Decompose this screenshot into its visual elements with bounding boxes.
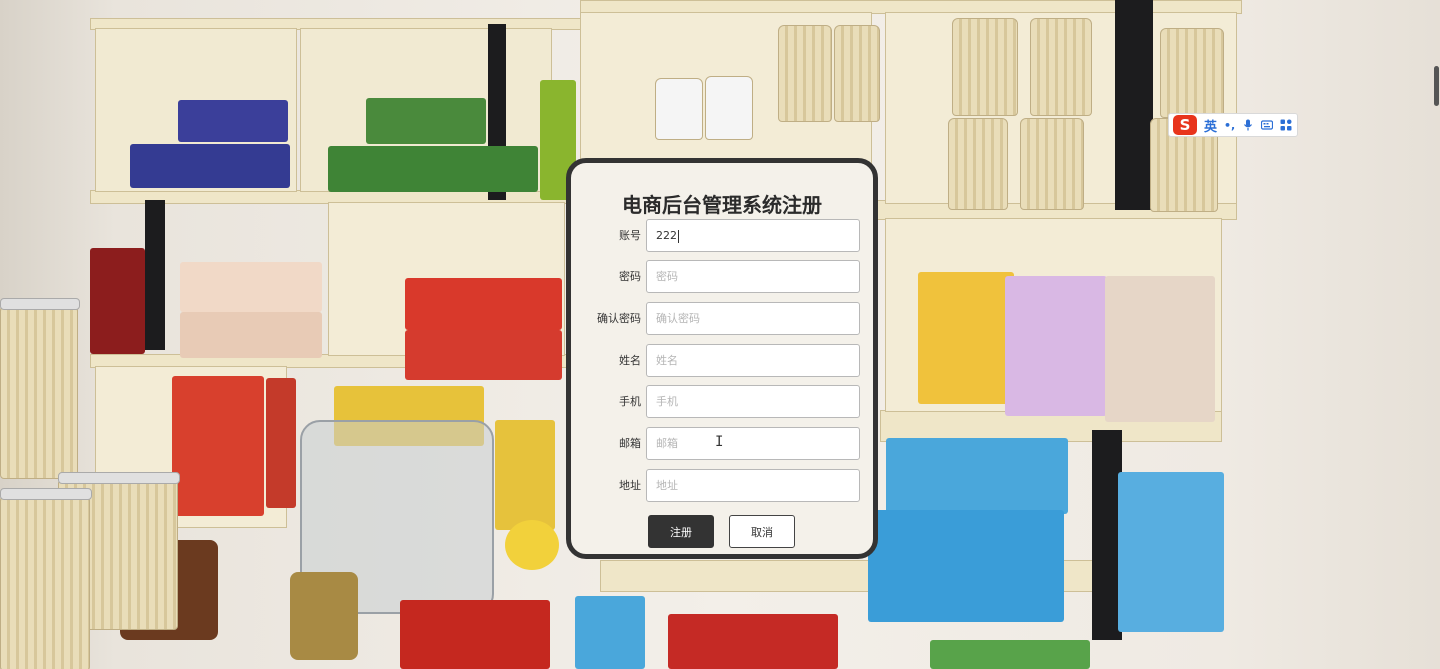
product-box [328,146,538,192]
product-box [405,278,562,330]
snack-bag [495,420,555,530]
ime-punctuation-toggle[interactable]: •, [1224,119,1235,132]
product-box [180,262,322,312]
register-dialog: 电商后台管理系统注册 账号 密码 确认密码 姓名 手机 邮箱 地址 注册 取消 … [566,158,878,559]
product-box [930,640,1090,669]
password-input[interactable] [646,260,860,293]
product-box [668,614,838,669]
form-row-phone: 手机 [571,385,873,419]
keyboard-icon[interactable] [1261,119,1274,131]
jar-lid [58,472,180,484]
snack-bag [1005,276,1107,416]
product-box [366,98,486,144]
ime-mode-toggle[interactable]: 英 [1204,116,1217,135]
phone-input[interactable] [646,385,860,418]
address-label: 地址 [619,479,641,492]
snack-bag [172,376,264,516]
scrollbar-handle[interactable] [1434,66,1439,106]
jar-lid [0,298,80,310]
microphone-icon[interactable] [1242,119,1254,131]
snack-bag [266,378,296,508]
snack-bag [1105,276,1215,422]
wafer-jar [0,495,90,669]
wafer-jar [778,25,832,122]
confirm-password-input[interactable] [646,302,860,335]
text-cursor-icon: I [715,434,724,450]
wafer-jar [0,305,78,479]
wafer-jar [1160,28,1224,118]
cancel-button[interactable]: 取消 [729,515,795,548]
name-label: 姓名 [619,354,641,367]
product-box [868,510,1064,622]
wafer-jar [948,118,1008,210]
product-jar [705,76,753,140]
product-box [90,248,145,354]
snack-bag [918,272,1014,404]
honey-jar [290,572,358,660]
form-row-confirm-password: 确认密码 [571,302,873,336]
wafer-jar [952,18,1018,116]
snack-bag [1118,472,1224,632]
form-row-account: 账号 [571,219,873,253]
product-box [405,330,562,380]
confirm-password-label: 确认密码 [597,312,641,325]
email-input[interactable] [646,427,860,460]
register-button[interactable]: 注册 [648,515,714,548]
product-box [180,312,322,358]
jar-lid [0,488,92,500]
ime-toolbar[interactable]: S 英 •, [1168,113,1298,137]
account-label: 账号 [619,229,641,242]
form-row-address: 地址 [571,469,873,503]
name-input[interactable] [646,344,860,377]
grid-icon[interactable] [1280,119,1292,131]
wafer-jar [834,25,880,122]
password-label: 密码 [619,270,641,283]
product-box [130,144,290,188]
dialog-title: 电商后台管理系统注册 [622,193,822,217]
form-row-password: 密码 [571,260,873,294]
address-input[interactable] [646,469,860,502]
shelf-post [1115,0,1153,210]
product-box [400,600,550,669]
product-box [886,438,1068,514]
product-jar [655,78,703,140]
yellow-ball [505,520,559,570]
text-caret [678,230,679,243]
wafer-jar [1020,118,1084,210]
ime-logo-icon[interactable]: S [1173,115,1197,135]
wafer-jar [1030,18,1092,116]
product-box [575,596,645,669]
phone-label: 手机 [619,395,641,408]
shelf-post [145,200,165,350]
email-label: 邮箱 [619,437,641,450]
form-row-name: 姓名 [571,344,873,378]
product-box [178,100,288,142]
